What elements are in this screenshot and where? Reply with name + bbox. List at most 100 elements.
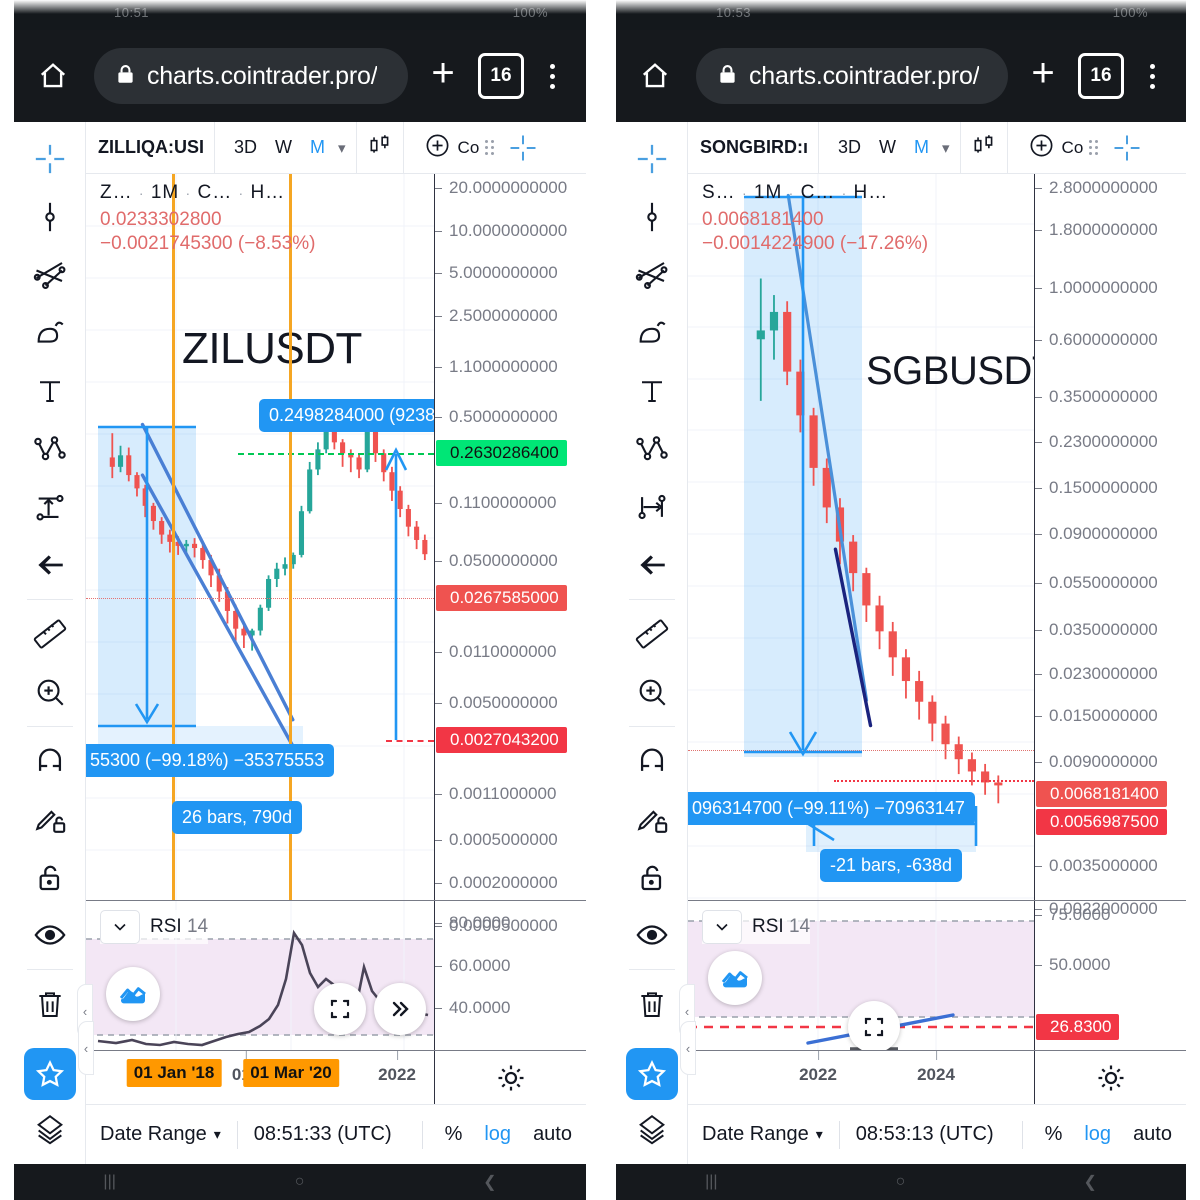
pane-collapse-handle[interactable]: ‹ <box>78 1021 94 1075</box>
bars-tag[interactable]: -21 bars, -638d <box>820 849 963 882</box>
measure-tag[interactable]: 55300 (−99.18%) −35375553 <box>86 744 335 777</box>
rsi-axis-right[interactable]: 75.0000 50.0000 26.8300 <box>1034 901 1186 1050</box>
chart-settings-button[interactable] <box>434 1051 586 1104</box>
zoom-in-tool-icon[interactable] <box>21 663 79 721</box>
fib-tool-icon[interactable] <box>21 246 79 304</box>
rsi-pane-left[interactable]: RSI 14 80.0000 60.0000 40.0000 <box>86 900 586 1050</box>
pencil-tool-icon[interactable] <box>623 304 681 362</box>
ruler-tool-icon[interactable] <box>21 605 79 663</box>
time-ticks-left[interactable]: ‹ 01 Jan '18 019 01 Mar '20 2022 <box>78 1021 434 1104</box>
vertical-line-marker[interactable] <box>289 174 292 900</box>
fib-tool-icon[interactable] <box>623 246 681 304</box>
time-axis-right[interactable]: ‹ 2022 2024 <box>680 1021 1186 1104</box>
price-range-tag[interactable]: 0.2498284000 (9238.1 <box>259 399 434 432</box>
pane-collapse-handle[interactable]: ‹ <box>680 1021 696 1075</box>
recents-nav-icon[interactable]: ||| <box>705 1173 717 1191</box>
time-axis-left[interactable]: ‹ 01 Jan '18 019 01 Mar '20 2022 <box>78 1021 586 1104</box>
measure-tag[interactable]: 096314700 (−99.11%) −70963147 <box>688 792 975 825</box>
rsi-axis-left[interactable]: 80.0000 60.0000 40.0000 <box>434 901 586 1050</box>
drag-handle-icon[interactable] <box>1089 140 1099 155</box>
percent-scale-button[interactable]: % <box>445 1123 463 1146</box>
address-bar[interactable]: charts.cointrader.pro/ <box>696 48 1008 104</box>
ruler-tool-icon[interactable] <box>623 605 681 663</box>
price-plot-right[interactable]: S… · 1M · C… · H… 0.0068181400 −0.001422… <box>688 174 1034 900</box>
tab-timeframe-3d[interactable]: 3D <box>838 137 861 158</box>
time-ticks-right[interactable]: ‹ 2022 2024 <box>680 1021 1034 1104</box>
pencil-tool-icon[interactable] <box>21 304 79 362</box>
trend-line-tool-icon[interactable] <box>21 188 79 246</box>
arrow-marker-tool-icon[interactable] <box>21 536 79 594</box>
vertical-line-marker[interactable] <box>172 174 175 900</box>
back-nav-icon[interactable]: ❮ <box>483 1172 496 1192</box>
price-label-current[interactable]: 0.0068181400 <box>1036 781 1167 807</box>
tab-timeframe-m[interactable]: M <box>914 137 929 158</box>
favorites-star-tool-icon[interactable] <box>23 1048 76 1100</box>
new-tab-button[interactable]: + <box>1014 53 1072 99</box>
price-plot-left[interactable]: Z… · 1M · C… · H… 0.0233302800 −0.002174… <box>86 174 434 900</box>
home-icon[interactable] <box>628 61 682 91</box>
object-tree-tool-icon[interactable] <box>21 1100 79 1158</box>
rsi-collapse-button[interactable] <box>100 910 140 944</box>
drawing-lock-tool-icon[interactable] <box>21 790 79 848</box>
measure-range-tool-icon[interactable] <box>21 478 79 536</box>
auto-scale-button[interactable]: auto <box>1133 1123 1172 1146</box>
percent-scale-button[interactable]: % <box>1045 1123 1063 1146</box>
rsi-plot-left[interactable]: RSI 14 <box>86 901 434 1050</box>
trend-line-tool-icon[interactable] <box>623 188 681 246</box>
time-tick-highlight[interactable]: 01 Mar '20 <box>243 1059 339 1087</box>
object-tree-tool-icon[interactable] <box>623 1100 681 1158</box>
scroll-to-realtime-button[interactable] <box>374 983 426 1035</box>
chart-logo-badge[interactable] <box>708 951 762 1005</box>
price-label-green[interactable]: 0.2630286400 <box>436 440 567 466</box>
tab-timeframe-w[interactable]: W <box>275 137 292 158</box>
crosshair-tool-icon[interactable] <box>21 130 79 188</box>
address-bar[interactable]: charts.cointrader.pro/ <box>94 48 408 104</box>
crosshair-icon[interactable] <box>1104 133 1150 163</box>
home-nav-icon[interactable]: ○ <box>896 1173 906 1191</box>
auto-scale-button[interactable]: auto <box>533 1123 572 1146</box>
eye-visibility-tool-icon[interactable] <box>21 906 79 964</box>
crosshair-icon[interactable] <box>500 133 546 163</box>
rsi-collapse-button[interactable] <box>702 910 742 944</box>
tab-timeframe-3d[interactable]: 3D <box>234 137 257 158</box>
symbol-button[interactable]: SONGBIRD:ı <box>688 122 819 173</box>
home-nav-icon[interactable]: ○ <box>295 1173 305 1191</box>
drag-handle-icon[interactable] <box>485 140 495 155</box>
tab-count-button[interactable]: 16 <box>478 53 524 99</box>
chart-style-button[interactable] <box>357 122 404 173</box>
add-compare-button[interactable]: Co <box>1008 122 1186 173</box>
chart-canvas-right[interactable]: S… · 1M · C… · H… 0.0068181400 −0.001422… <box>688 174 1186 918</box>
add-compare-button[interactable]: Co <box>404 122 586 173</box>
price-label-target[interactable]: 0.0027043200 <box>436 727 567 753</box>
chart-settings-button[interactable] <box>1034 1051 1186 1104</box>
price-label-current[interactable]: 0.0267585000 <box>436 585 567 611</box>
chevron-down-icon[interactable]: ▾ <box>338 139 346 157</box>
tab-timeframe-m[interactable]: M <box>310 137 325 158</box>
price-axis-left[interactable]: 20.0000000000 10.0000000000 5.0000000000… <box>434 174 586 935</box>
kebab-menu-icon[interactable] <box>530 61 574 91</box>
home-icon[interactable] <box>26 61 80 91</box>
log-scale-button[interactable]: log <box>484 1123 511 1146</box>
symbol-button[interactable]: ZILLIQA:USI <box>86 122 215 173</box>
chart-logo-badge[interactable] <box>106 967 160 1021</box>
text-tool-icon[interactable] <box>623 362 681 420</box>
log-scale-button[interactable]: log <box>1084 1123 1111 1146</box>
price-axis-right[interactable]: 2.8000000000 1.8000000000 1.0000000000 0… <box>1034 174 1186 918</box>
trash-tool-icon[interactable] <box>21 975 79 1033</box>
clock-label[interactable]: 08:51:33 (UTC) <box>254 1123 392 1146</box>
eye-visibility-tool-icon[interactable] <box>623 906 681 964</box>
tab-timeframe-w[interactable]: W <box>879 137 896 158</box>
chart-style-button[interactable] <box>961 122 1008 173</box>
chevron-down-icon[interactable]: ▾ <box>942 139 950 157</box>
magnet-tool-icon[interactable] <box>21 732 79 790</box>
magnet-tool-icon[interactable] <box>623 732 681 790</box>
chart-canvas-left[interactable]: Z… · 1M · C… · H… 0.0233302800 −0.002174… <box>86 174 586 935</box>
trash-tool-icon[interactable] <box>623 975 681 1033</box>
zoom-in-tool-icon[interactable] <box>623 663 681 721</box>
crosshair-tool-icon[interactable] <box>623 130 681 188</box>
rsi-plot-right[interactable]: RSI 14 <box>688 901 1034 1050</box>
drawing-lock-tool-icon[interactable] <box>623 790 681 848</box>
date-range-button[interactable]: Date Range ▾ <box>702 1123 823 1146</box>
kebab-menu-icon[interactable] <box>1130 61 1174 91</box>
text-tool-icon[interactable] <box>21 362 79 420</box>
